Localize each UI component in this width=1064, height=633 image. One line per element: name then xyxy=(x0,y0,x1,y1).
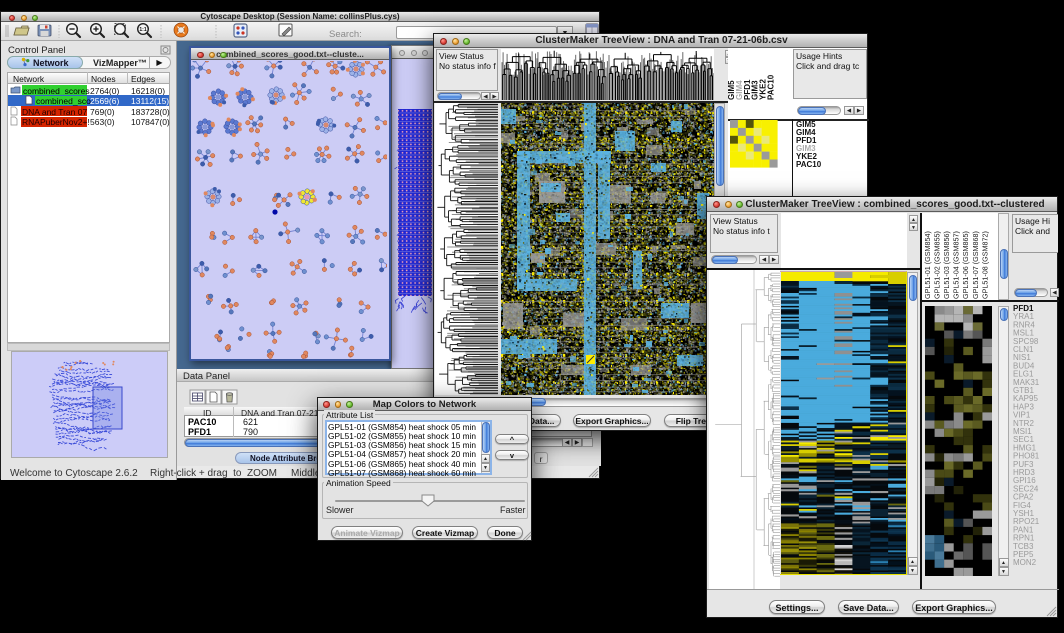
svg-text:GPL51-06 (GSM865): GPL51-06 (GSM865) xyxy=(961,231,970,299)
svg-text:1:1: 1:1 xyxy=(139,27,146,33)
svg-text:GPL51-03 (GSM856): GPL51-03 (GSM856) xyxy=(942,231,951,299)
svg-text:GPL51-07 (GSM868): GPL51-07 (GSM868) xyxy=(970,231,979,299)
svg-text:GPL51-08 (GSM872): GPL51-08 (GSM872) xyxy=(980,231,989,299)
svg-text:GPL51-02 (GSM855): GPL51-02 (GSM855) xyxy=(932,231,941,299)
svg-text:PAC10: PAC10 xyxy=(767,74,776,100)
svg-text:GPL51-04 (GSM857): GPL51-04 (GSM857) xyxy=(951,231,960,299)
svg-text:GPL51-01 (GSM854): GPL51-01 (GSM854) xyxy=(923,231,932,299)
svg-text:MON2: MON2 xyxy=(1013,558,1037,567)
